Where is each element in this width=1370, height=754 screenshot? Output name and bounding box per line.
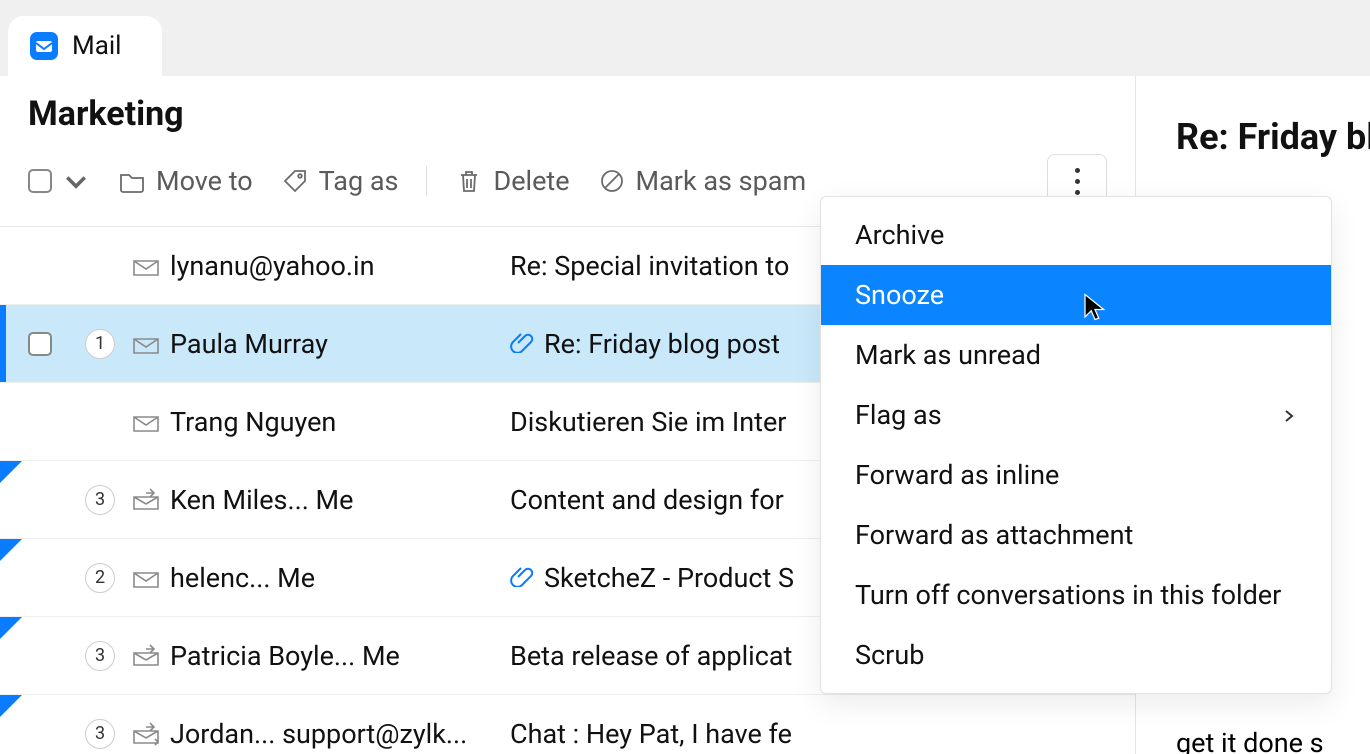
envelope-icon [122, 407, 170, 437]
ctx-turn-off-conversations[interactable]: Turn off conversations in this folder [821, 565, 1331, 625]
folder-title: Marketing [28, 94, 1107, 134]
thread-count-badge: 1 [85, 329, 115, 359]
chevron-right-icon [1281, 399, 1297, 431]
tag-as-label: Tag as [319, 165, 399, 197]
ctx-archive[interactable]: Archive [821, 205, 1331, 265]
unread-corner-icon [0, 461, 22, 483]
tab-bar: Mail [0, 0, 1370, 76]
ctx-forward-inline[interactable]: Forward as inline [821, 445, 1331, 505]
row-sender: Jordan... support@zylk... [170, 718, 510, 750]
preview-title: Re: Friday blog [1176, 116, 1370, 158]
separator [426, 166, 427, 196]
envelope-icon [122, 563, 170, 593]
row-checkbox[interactable] [28, 332, 78, 356]
ctx-scrub[interactable]: Scrub [821, 625, 1331, 685]
tab-mail[interactable]: Mail [8, 16, 162, 76]
row-sender: lynanu@yahoo.in [170, 250, 510, 282]
checkbox-icon [28, 169, 52, 193]
ctx-flag-as[interactable]: Flag as [821, 385, 1331, 445]
mark-spam-button[interactable]: Mark as spam [598, 165, 807, 197]
mouse-cursor-icon [1082, 292, 1108, 326]
ctx-forward-attachment[interactable]: Forward as attachment [821, 505, 1331, 565]
attachment-icon [510, 562, 534, 594]
folder-icon [118, 167, 146, 195]
move-to-button[interactable]: Move to [118, 165, 253, 197]
row-count-slot: 2 [78, 563, 122, 593]
row-count-slot: 3 [78, 641, 122, 671]
more-icon [1075, 168, 1080, 173]
mark-spam-label: Mark as spam [636, 165, 807, 197]
tab-label: Mail [72, 31, 122, 61]
list-header: Marketing [0, 76, 1135, 134]
row-sender: Paula Murray [170, 328, 510, 360]
thread-count-badge: 2 [85, 563, 115, 593]
mail-app-icon [28, 30, 60, 62]
delete-label: Delete [493, 165, 569, 197]
move-to-label: Move to [156, 165, 253, 197]
envelope-icon [122, 251, 170, 281]
attachment-icon [510, 328, 534, 360]
row-sender: Trang Nguyen [170, 406, 510, 438]
row-sender: Patricia Boyle... Me [170, 640, 510, 672]
select-all-checkbox[interactable] [28, 167, 90, 195]
row-count-slot: 1 [78, 329, 122, 359]
unread-corner-icon [0, 695, 22, 717]
thread-count-badge: 3 [85, 719, 115, 749]
ctx-mark-unread[interactable]: Mark as unread [821, 325, 1331, 385]
trash-icon [455, 167, 483, 195]
ctx-snooze[interactable]: Snooze [821, 265, 1331, 325]
share-envelope-icon [122, 719, 170, 749]
row-count-slot: 3 [78, 485, 122, 515]
thread-count-badge: 3 [85, 641, 115, 671]
tag-icon [281, 167, 309, 195]
row-subject: Chat : Hey Pat, I have fe [510, 718, 1135, 750]
spam-icon [598, 167, 626, 195]
unread-corner-icon [0, 617, 22, 639]
preview-body-line: get it done s [1176, 721, 1370, 754]
row-count-slot: 3 [78, 719, 122, 749]
delete-button[interactable]: Delete [455, 165, 569, 197]
thread-count-badge: 3 [85, 485, 115, 515]
share-envelope-icon [122, 641, 170, 671]
share-envelope-icon [122, 485, 170, 515]
context-menu: Archive Snooze Mark as unread Flag as Fo… [820, 196, 1332, 694]
message-row[interactable]: 3 Jordan... support@zylk... Chat : Hey P… [0, 695, 1135, 754]
tag-as-button[interactable]: Tag as [281, 165, 399, 197]
row-sender: helenc... Me [170, 562, 510, 594]
chevron-down-icon [62, 167, 90, 195]
row-sender: Ken Miles... Me [170, 484, 510, 516]
envelope-icon [122, 329, 170, 359]
unread-corner-icon [0, 539, 22, 561]
